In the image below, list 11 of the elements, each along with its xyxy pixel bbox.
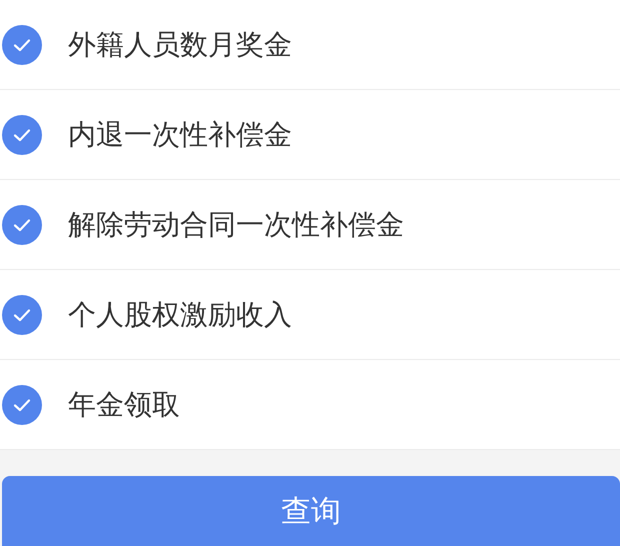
checkbox[interactable] bbox=[2, 384, 42, 424]
option-label: 内退一次性补偿金 bbox=[68, 116, 292, 152]
checkbox[interactable] bbox=[2, 294, 42, 334]
option-label: 外籍人员数月奖金 bbox=[68, 26, 292, 62]
checkbox[interactable] bbox=[2, 204, 42, 244]
query-button[interactable]: 查询 bbox=[2, 476, 620, 546]
checkbox[interactable] bbox=[2, 24, 42, 64]
option-label: 个人股权激励收入 bbox=[68, 296, 292, 332]
option-label: 年金领取 bbox=[68, 386, 180, 422]
option-label: 解除劳动合同一次性补偿金 bbox=[68, 206, 404, 242]
checkbox[interactable] bbox=[2, 114, 42, 154]
